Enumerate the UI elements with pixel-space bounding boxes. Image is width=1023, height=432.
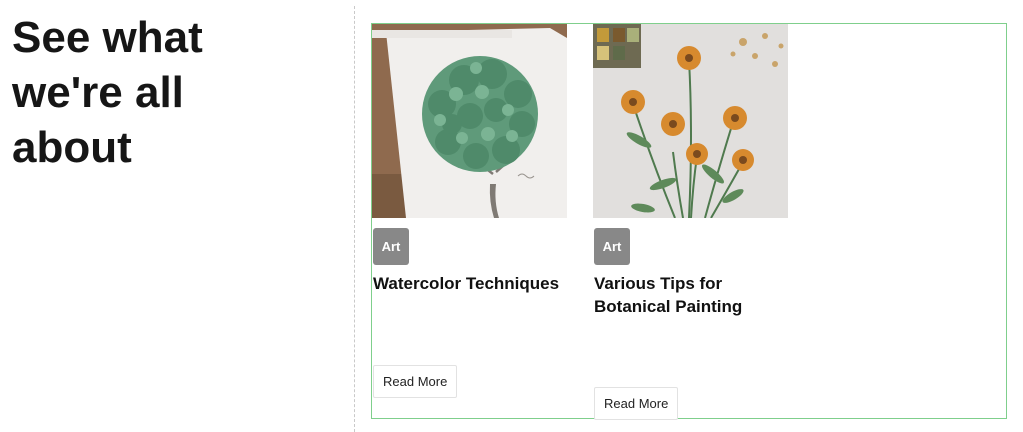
- category-badge[interactable]: Art: [373, 228, 409, 265]
- category-badge[interactable]: Art: [594, 228, 630, 265]
- column-divider: [354, 6, 355, 432]
- posts-grid: Art Watercolor Techniques Read More Art …: [371, 23, 1007, 420]
- post-title[interactable]: Various Tips for Botanical Painting: [594, 272, 784, 318]
- read-more-button[interactable]: Read More: [594, 387, 679, 420]
- post-card: Art Various Tips for Botanical Painting …: [593, 24, 789, 420]
- section-heading: See what we're all about: [12, 13, 203, 172]
- post-card: Art Watercolor Techniques Read More: [372, 24, 568, 398]
- post-title[interactable]: Watercolor Techniques: [373, 272, 563, 295]
- post-image-botanical-flowers[interactable]: [593, 24, 788, 218]
- read-more-button[interactable]: Read More: [373, 365, 458, 398]
- post-image-watercolor-tree[interactable]: [372, 24, 567, 218]
